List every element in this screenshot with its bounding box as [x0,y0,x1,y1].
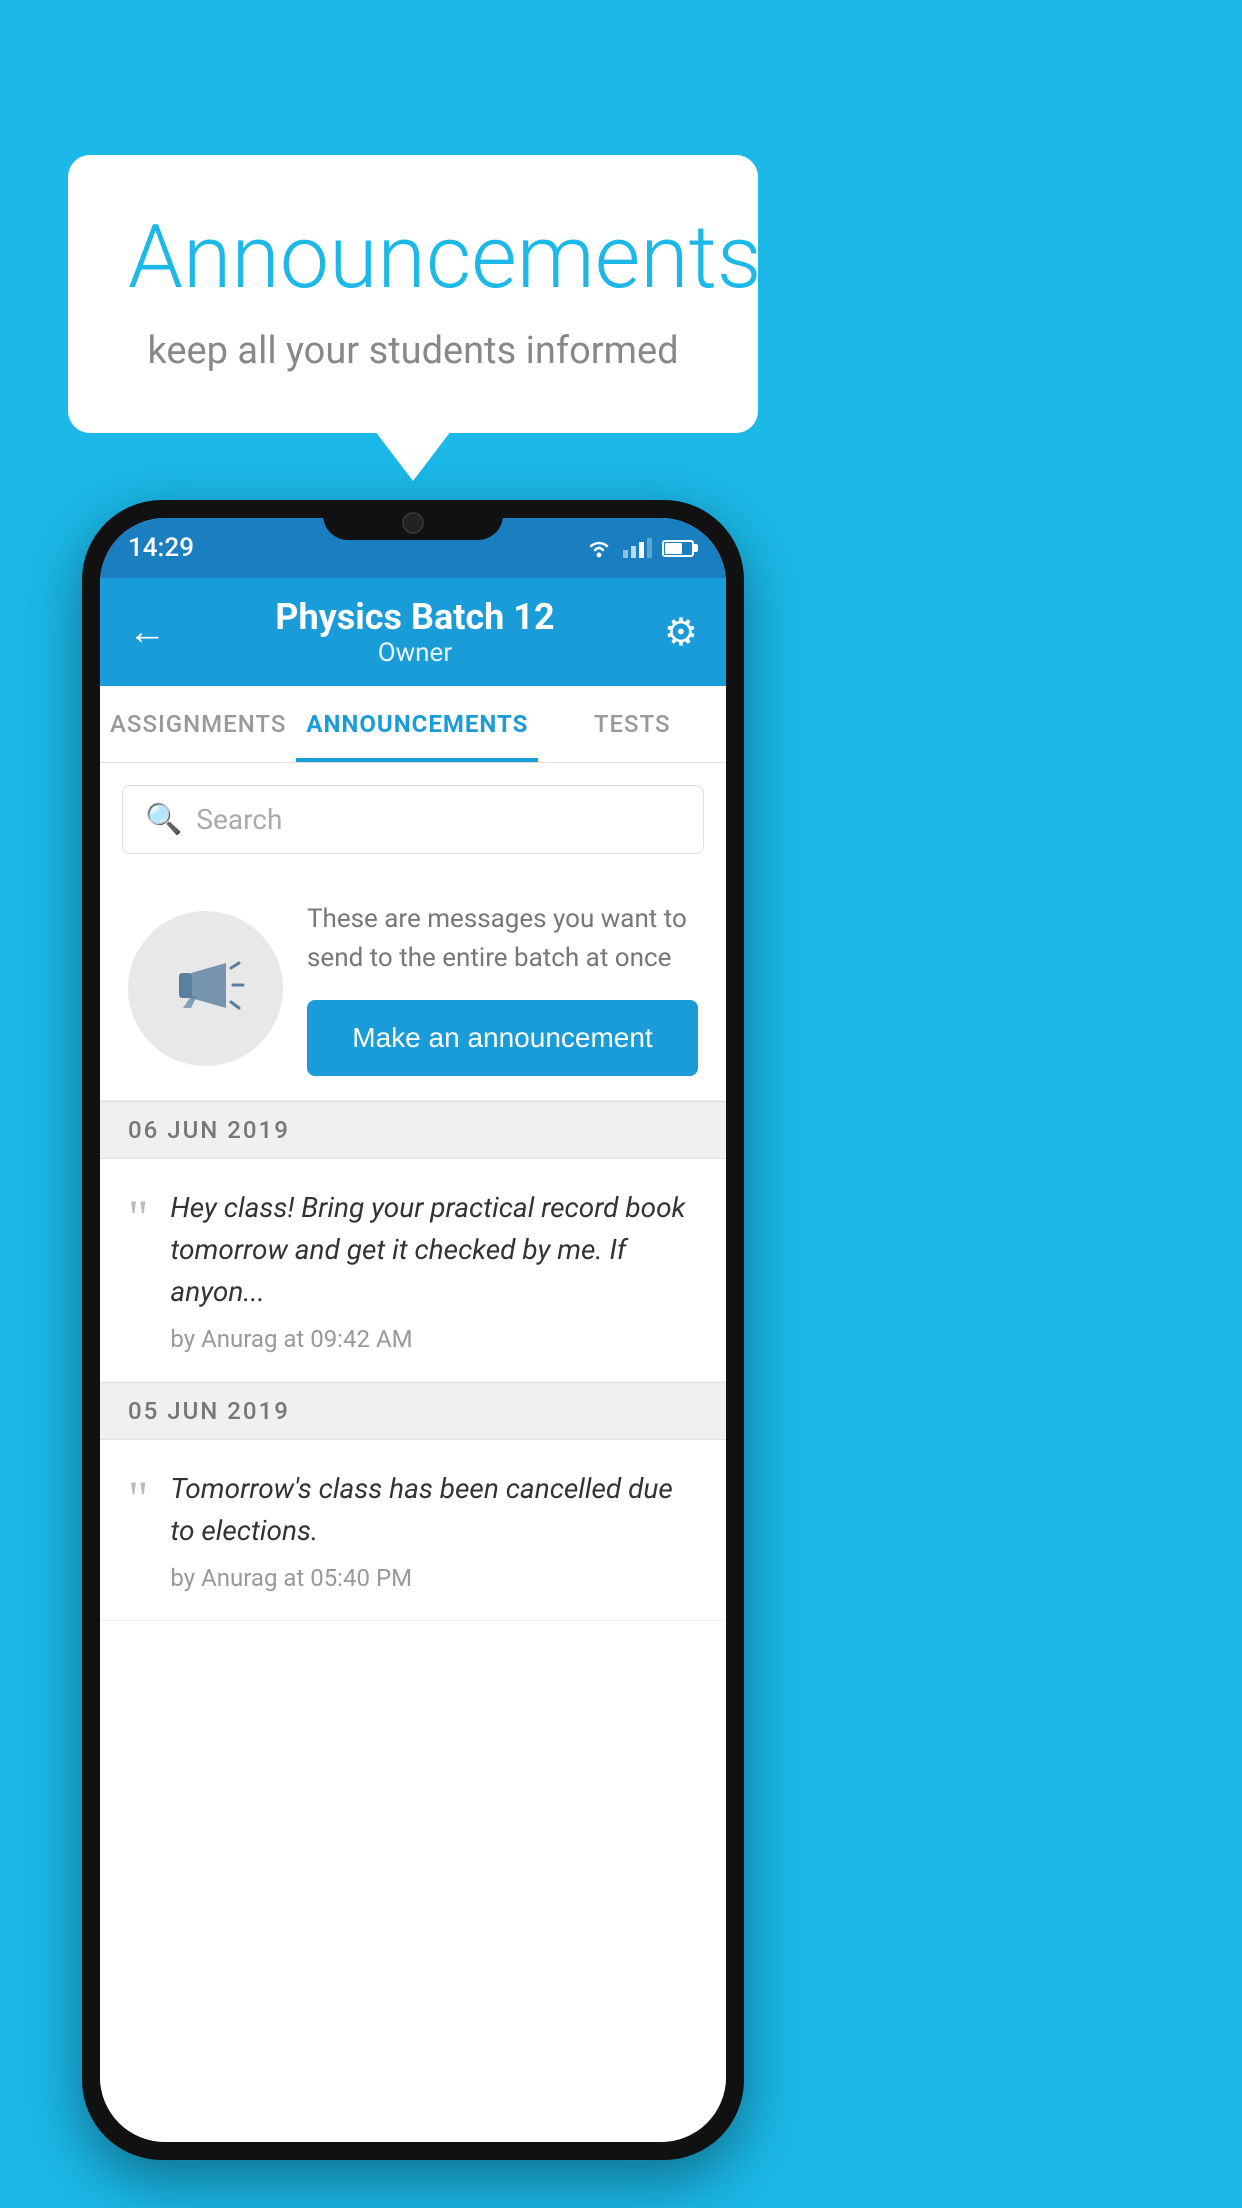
wifi-icon [585,538,613,558]
promo-section: These are messages you want to send to t… [100,876,726,1101]
announcement-text-2: Tomorrow's class has been cancelled due … [170,1468,698,1592]
make-announcement-button[interactable]: Make an announcement [307,1000,698,1076]
settings-icon[interactable]: ⚙ [664,610,698,655]
announcements-heading: Announcements [128,210,698,307]
speech-bubble-card: Announcements keep all your students inf… [68,155,758,433]
search-placeholder: Search [196,803,282,836]
search-bar[interactable]: 🔍 Search [122,785,704,854]
battery-fill [665,543,682,554]
announcements-subtitle: keep all your students informed [128,329,698,373]
header-subtitle: Owner [275,638,554,668]
battery-icon [662,540,694,557]
announcement-text-1: Hey class! Bring your practical record b… [170,1187,698,1353]
phone-camera [402,512,424,534]
content-area: 🔍 Search [100,763,726,2142]
tab-assignments[interactable]: ASSIGNMENTS [100,686,296,762]
tabs-bar: ASSIGNMENTS ANNOUNCEMENTS TESTS [100,686,726,763]
announcement-meta-2: by Anurag at 05:40 PM [170,1564,698,1592]
promo-icon-circle [128,911,283,1066]
search-icon: 🔍 [145,802,182,837]
announcement-message-1: Hey class! Bring your practical record b… [170,1187,698,1313]
announcement-item-1[interactable]: " Hey class! Bring your practical record… [100,1159,726,1382]
quote-icon-1: " [128,1192,148,1242]
phone-mockup: 14:29 [82,500,744,2160]
app-header: ← Physics Batch 12 Owner ⚙ [100,578,726,686]
megaphone-icon [161,943,251,1033]
header-title: Physics Batch 12 [275,596,554,638]
tab-announcements[interactable]: ANNOUNCEMENTS [296,686,538,762]
promo-text-area: These are messages you want to send to t… [307,900,698,1076]
signal-icon [623,538,652,558]
announcement-message-2: Tomorrow's class has been cancelled due … [170,1468,698,1552]
tab-tests[interactable]: TESTS [538,686,726,762]
announcement-meta-1: by Anurag at 09:42 AM [170,1325,698,1353]
header-center: Physics Batch 12 Owner [275,596,554,668]
promo-description: These are messages you want to send to t… [307,900,698,978]
back-button[interactable]: ← [128,610,166,654]
phone-notch [323,500,503,540]
status-time: 14:29 [128,533,194,563]
date-separator-1: 06 JUN 2019 [100,1101,726,1159]
date-separator-2: 05 JUN 2019 [100,1382,726,1440]
phone-outer: 14:29 [82,500,744,2160]
phone-screen: 14:29 [100,518,726,2142]
speech-bubble: Announcements keep all your students inf… [68,155,758,433]
announcement-item-2[interactable]: " Tomorrow's class has been cancelled du… [100,1440,726,1621]
quote-icon-2: " [128,1473,148,1523]
status-icons [585,538,694,558]
